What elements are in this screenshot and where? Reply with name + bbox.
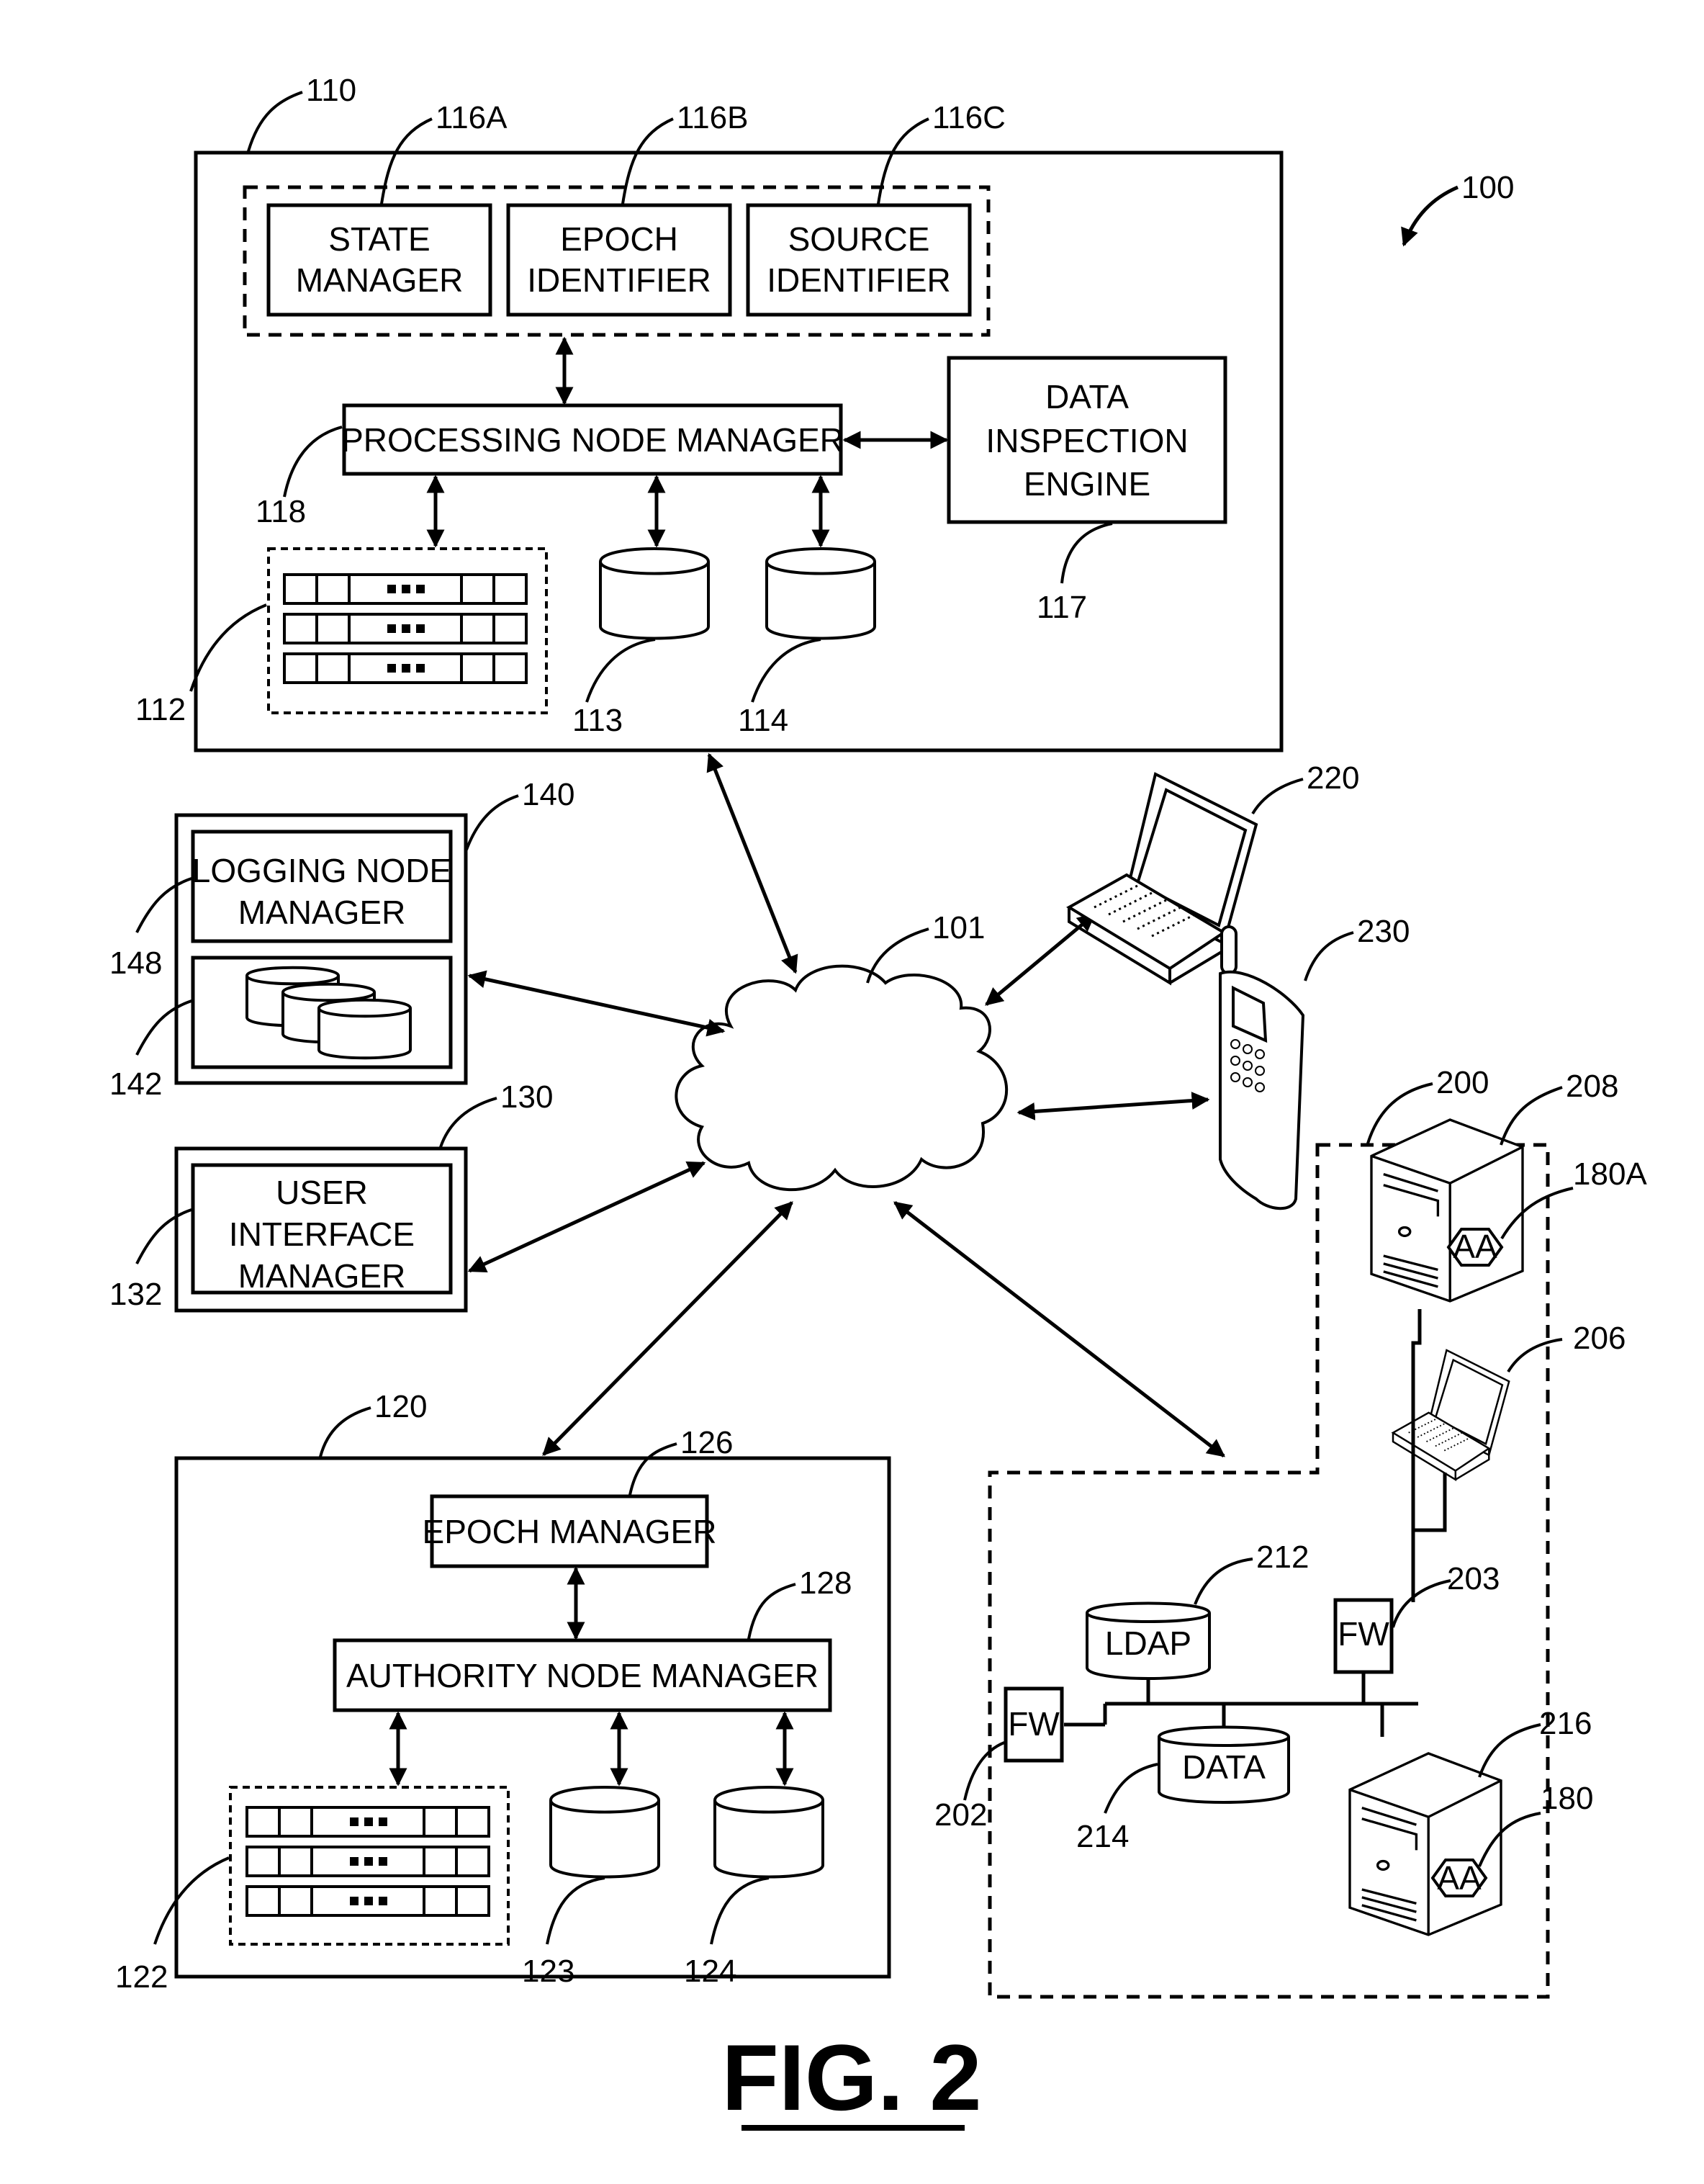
svg-text:MANAGER: MANAGER	[296, 261, 464, 299]
svg-text:AA: AA	[1437, 1859, 1482, 1897]
figure-caption: FIG. 2	[721, 2025, 982, 2131]
figure-title: FIG. 2	[721, 2025, 981, 2130]
svg-text:EPOCH MANAGER: EPOCH MANAGER	[423, 1513, 717, 1550]
svg-text:LDAP: LDAP	[1105, 1624, 1191, 1662]
firewall-203: FW 203	[1333, 1561, 1500, 1674]
epoch-identifier-ref: 116B	[677, 100, 749, 135]
arrow-network-authority	[542, 1201, 793, 1456]
patent-figure-canvas: 100 110 STATE MANAGER 116A EPOCH IDENTIF…	[109, 73, 1647, 2131]
svg-text:DATA: DATA	[1182, 1748, 1266, 1786]
client-laptop: 220	[1068, 760, 1359, 984]
svg-text:DATA: DATA	[1045, 378, 1129, 415]
svg-text:220: 220	[1307, 760, 1359, 796]
svg-text:206: 206	[1573, 1321, 1626, 1356]
arrow-network-ui	[467, 1161, 706, 1273]
server-208: AA 208 180A	[1370, 1069, 1647, 1303]
svg-text:INSPECTION: INSPECTION	[986, 422, 1188, 459]
network-cloud: 101	[675, 910, 1009, 1192]
agent-180: AA	[1430, 1859, 1488, 1897]
arrow-network-logging	[467, 970, 726, 1037]
svg-text:140: 140	[522, 777, 574, 812]
agent-180A: AA	[1446, 1228, 1504, 1267]
pnm-ref: 118	[256, 494, 306, 529]
svg-text:230: 230	[1357, 914, 1410, 949]
data-database: DATA 214	[1076, 1704, 1290, 1854]
source-identifier-ref: 116C	[932, 100, 1006, 135]
svg-text:132: 132	[109, 1277, 162, 1312]
processing-node: 110 STATE MANAGER 116A EPOCH IDENTIFIER …	[135, 73, 1284, 752]
arrow-network-phone	[1016, 1092, 1210, 1120]
svg-text:ENGINE: ENGINE	[1024, 465, 1150, 503]
svg-text:IDENTIFIER: IDENTIFIER	[527, 261, 711, 299]
svg-text:126: 126	[680, 1425, 733, 1460]
processing-node-ref: 110	[306, 73, 356, 108]
svg-text:123: 123	[522, 1954, 574, 1989]
user-interface-node: 130 USER INTERFACE MANAGER 132	[109, 1079, 553, 1313]
source-identifier-box: SOURCE IDENTIFIER 116C	[746, 100, 1006, 317]
svg-text:STATE: STATE	[328, 220, 430, 258]
svg-text:SOURCE: SOURCE	[788, 220, 930, 258]
svg-text:214: 214	[1076, 1819, 1129, 1854]
svg-text:203: 203	[1447, 1561, 1500, 1596]
svg-text:208: 208	[1566, 1069, 1618, 1104]
system-ref-label: 100	[1461, 170, 1514, 205]
svg-text:MANAGER: MANAGER	[238, 1257, 406, 1295]
firewall-202: FW 202	[934, 1686, 1064, 1833]
svg-text:130: 130	[500, 1079, 553, 1115]
svg-text:122: 122	[115, 1959, 168, 1995]
svg-text:180: 180	[1541, 1781, 1593, 1816]
svg-text:IDENTIFIER: IDENTIFIER	[767, 261, 951, 299]
arrow-network-processing	[706, 752, 798, 974]
network-ref: 101	[932, 910, 985, 945]
enterprise-laptop-206: 206	[1392, 1321, 1626, 1481]
inspection-ref: 117	[1037, 590, 1087, 625]
svg-text:120: 120	[374, 1389, 427, 1424]
svg-text:LOGGING NODE: LOGGING NODE	[192, 852, 451, 889]
svg-text:212: 212	[1256, 1540, 1309, 1575]
ldap-database: LDAP 212	[1086, 1540, 1309, 1704]
svg-text:FW: FW	[1338, 1615, 1389, 1653]
svg-text:128: 128	[799, 1565, 852, 1601]
svg-text:200: 200	[1436, 1065, 1489, 1100]
svg-text:EPOCH: EPOCH	[560, 220, 678, 258]
svg-text:FW: FW	[1008, 1705, 1060, 1743]
svg-text:USER: USER	[276, 1174, 368, 1211]
svg-text:180A: 180A	[1573, 1156, 1647, 1192]
system-reference: 100	[1401, 170, 1514, 247]
epoch-identifier-box: EPOCH IDENTIFIER 116B	[506, 100, 749, 317]
svg-text:202: 202	[934, 1797, 987, 1833]
logging-node: 140 LOGGING NODE MANAGER 148 142	[109, 777, 574, 1102]
state-manager-ref: 116A	[436, 100, 508, 135]
svg-text:124: 124	[684, 1954, 736, 1989]
svg-text:113: 113	[572, 703, 623, 738]
server-216: AA 216 180	[1348, 1704, 1593, 1936]
svg-text:216: 216	[1539, 1706, 1592, 1741]
svg-text:MANAGER: MANAGER	[238, 894, 406, 931]
svg-text:142: 142	[109, 1066, 162, 1102]
svg-text:PROCESSING NODE MANAGER: PROCESSING NODE MANAGER	[341, 421, 844, 459]
svg-text:INTERFACE: INTERFACE	[229, 1215, 415, 1253]
svg-text:AUTHORITY NODE MANAGER: AUTHORITY NODE MANAGER	[346, 1657, 819, 1694]
state-manager-box: STATE MANAGER 116A	[266, 100, 508, 317]
svg-text:114: 114	[738, 703, 788, 738]
svg-text:148: 148	[109, 945, 162, 981]
authority-node: 120 EPOCH MANAGER 126 AUTHORITY NODE MAN…	[115, 1389, 891, 1995]
servers-112-ref: 112	[135, 692, 186, 727]
arrow-network-enterprise	[893, 1201, 1225, 1457]
svg-text:AA: AA	[1453, 1228, 1497, 1265]
